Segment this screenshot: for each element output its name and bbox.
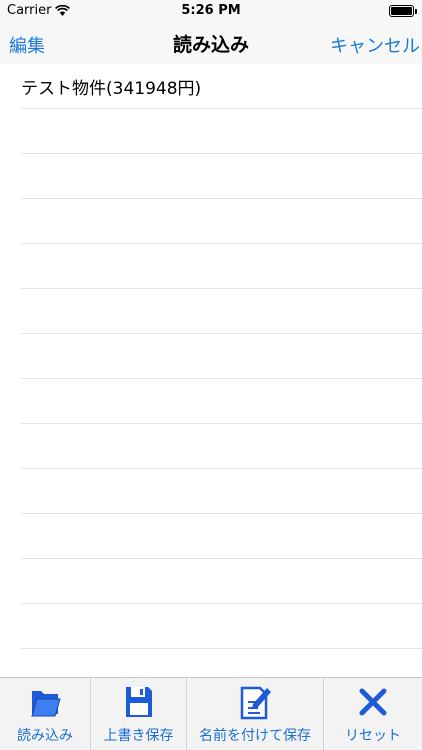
list-item[interactable] [21, 379, 422, 424]
tab-reset-label: リセット [345, 728, 401, 744]
status-bar: Carrier 5:26 PM [0, 0, 422, 22]
list-item[interactable] [21, 154, 422, 199]
battery-icon [389, 5, 417, 17]
list-item[interactable] [21, 559, 422, 604]
folder-icon [27, 684, 63, 720]
edit-document-icon [237, 684, 273, 720]
tab-overwrite-save[interactable]: 上書き保存 [90, 678, 186, 750]
tab-load-label: 読み込み [17, 728, 73, 744]
list-item[interactable] [21, 424, 422, 469]
file-list: テスト物件(341948円) [0, 64, 422, 676]
list-item[interactable] [21, 649, 422, 676]
list-item[interactable] [21, 334, 422, 379]
list-item[interactable] [21, 109, 422, 154]
list-item[interactable] [21, 514, 422, 559]
tab-save-as[interactable]: 名前を付けて保存 [186, 678, 323, 750]
tab-bar: 読み込み 上書き保存 名前を付けて保存 リセット [0, 677, 422, 750]
list-item[interactable] [21, 289, 422, 334]
tab-overwrite-save-label: 上書き保存 [103, 728, 174, 744]
list-item[interactable] [21, 199, 422, 244]
list-item-label: テスト物件(341948円) [21, 78, 202, 99]
list-item[interactable] [21, 604, 422, 649]
floppy-disk-icon [121, 684, 157, 720]
navigation-bar: 編集 読み込み キャンセル [0, 22, 422, 64]
list-item[interactable]: テスト物件(341948円) [21, 64, 422, 109]
tab-save-as-label: 名前を付けて保存 [199, 728, 311, 744]
list-item[interactable] [21, 244, 422, 289]
status-time: 5:26 PM [181, 3, 241, 18]
close-x-icon [355, 684, 391, 720]
tab-reset[interactable]: リセット [323, 678, 422, 750]
list-item[interactable] [21, 469, 422, 514]
cancel-button[interactable]: キャンセル [330, 32, 420, 58]
tab-load[interactable]: 読み込み [0, 678, 90, 750]
